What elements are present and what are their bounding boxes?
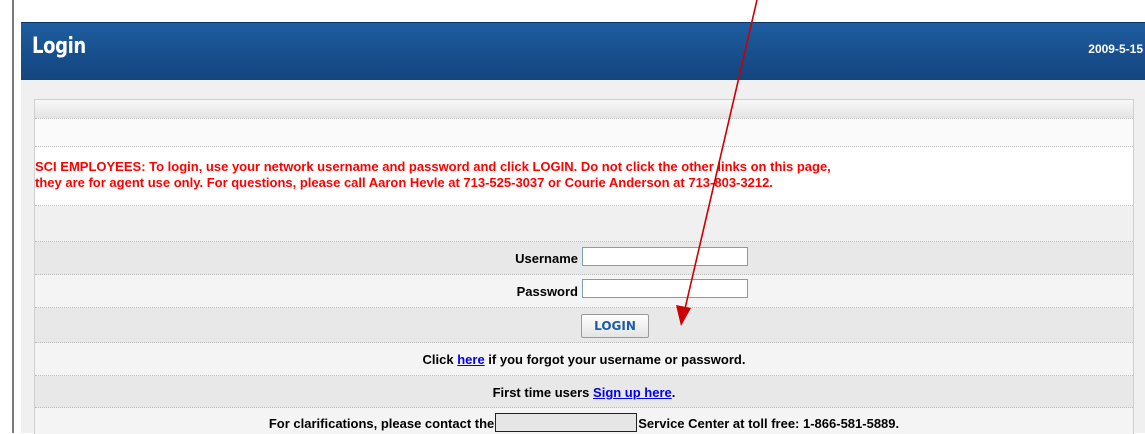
forgot-text: Click here if you forgot your username o… — [35, 352, 1133, 367]
signup-prefix: First time users — [492, 385, 594, 400]
notice-line-1: SCI EMPLOYEES: To login, use your networ… — [35, 159, 831, 174]
body-frame: SCI EMPLOYEES: To login, use your networ… — [21, 80, 1145, 434]
notice-row: SCI EMPLOYEES: To login, use your networ… — [35, 147, 1133, 206]
password-row: Password — [35, 275, 1133, 308]
login-panel: Login 2009-5-15 SCI EMPLOYEES: To login,… — [21, 22, 1145, 434]
login-button-row: LOGIN — [35, 308, 1133, 343]
header-bar: Login 2009-5-15 — [21, 22, 1145, 80]
page-title: Login — [32, 34, 86, 59]
username-field[interactable] — [582, 247, 748, 266]
redacted-name-box — [495, 413, 638, 432]
contact-prefix: For clarifications, please contact the — [268, 416, 495, 431]
contact-text: For clarifications, please contact the Se… — [35, 413, 1133, 432]
signup-link[interactable]: Sign up here — [593, 385, 672, 400]
forgot-suffix: if you forgot your username or password. — [484, 352, 746, 367]
password-label: Password — [516, 284, 578, 299]
table-blank-row — [35, 119, 1133, 147]
notice-line-2: they are for agent use only. For questio… — [35, 175, 773, 190]
forgot-prefix: Click — [422, 352, 458, 367]
forgot-link[interactable]: here — [457, 352, 484, 367]
table-spacer-row — [35, 206, 1133, 242]
contact-row: For clarifications, please contact the Se… — [35, 408, 1133, 434]
page-left-border — [12, 0, 14, 433]
forgot-row: Click here if you forgot your username o… — [35, 343, 1133, 376]
login-table: SCI EMPLOYEES: To login, use your networ… — [34, 99, 1134, 434]
signup-row: First time users Sign up here. — [35, 376, 1133, 408]
login-button[interactable]: LOGIN — [581, 314, 649, 338]
table-top-row — [35, 100, 1133, 119]
header-date: 2009-5-15 — [1088, 42, 1143, 56]
username-label: Username — [515, 251, 578, 266]
contact-suffix: Service Center at toll free: 1-866-581-5… — [638, 416, 900, 431]
password-field[interactable] — [582, 279, 748, 298]
signup-suffix: . — [671, 385, 676, 400]
employee-notice: SCI EMPLOYEES: To login, use your networ… — [35, 159, 1133, 191]
username-row: Username — [35, 242, 1133, 275]
signup-text: First time users Sign up here. — [35, 385, 1133, 400]
